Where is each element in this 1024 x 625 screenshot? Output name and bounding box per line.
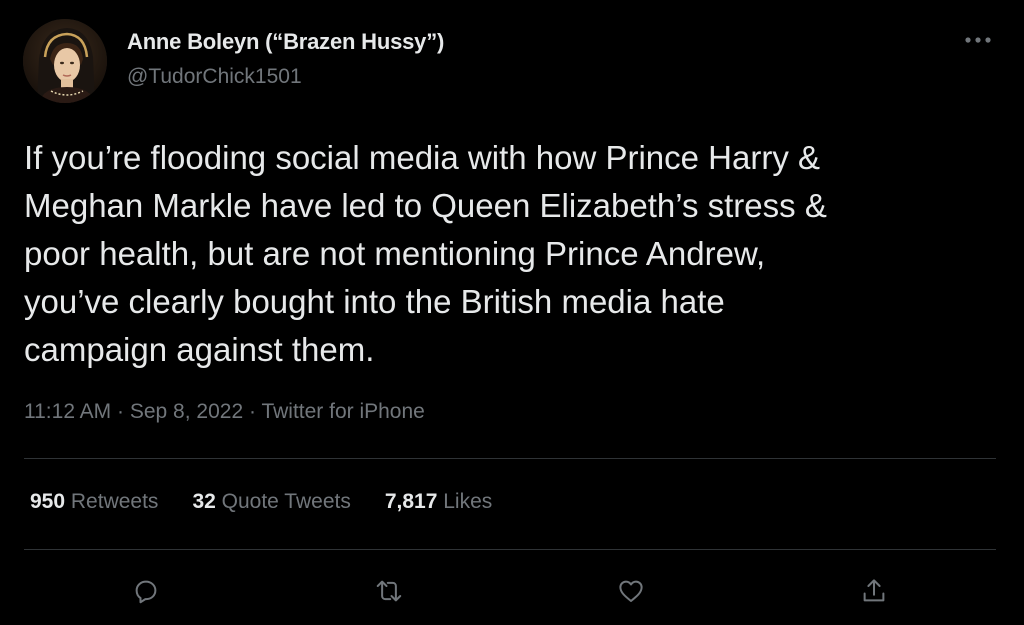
tweet-text-line: If you’re flooding social media with how…: [24, 139, 821, 176]
meta-separator: ·: [117, 400, 125, 423]
heart-icon: [619, 580, 643, 602]
tweet-text: If you’re flooding social media with how…: [24, 134, 999, 374]
portrait-avatar-icon: [23, 19, 107, 103]
divider: [24, 549, 996, 550]
more-button[interactable]: [960, 28, 996, 52]
tweet-text-line: poor health, but are not mentioning Prin…: [24, 235, 766, 272]
share-button[interactable]: [855, 572, 893, 610]
tweet-text-line: you’ve clearly bought into the British m…: [24, 283, 725, 320]
likes-stat[interactable]: 7,817 Likes: [385, 490, 492, 514]
likes-count: 7,817: [384, 490, 438, 513]
meta-separator: ·: [248, 400, 256, 423]
retweets-count: 950: [30, 490, 66, 513]
avatar[interactable]: [23, 19, 107, 103]
retweets-stat[interactable]: 950 Retweets: [30, 490, 158, 514]
reply-button[interactable]: [127, 572, 165, 610]
reply-icon: [135, 580, 157, 604]
quote-tweets-label: Quote Tweets: [221, 490, 351, 513]
tweet-meta: 11:12 AM · Sep 8, 2022 · Twitter for iPh…: [24, 400, 425, 424]
tweet-text-line: campaign against them.: [24, 331, 375, 368]
username-handle[interactable]: @TudorChick1501: [127, 65, 302, 89]
divider: [24, 458, 996, 459]
retweets-label: Retweets: [70, 490, 159, 513]
retweet-button[interactable]: [370, 572, 408, 610]
quote-tweets-count: 32: [192, 490, 216, 513]
share-icon: [863, 579, 885, 602]
more-icon: [965, 37, 991, 43]
tweet-source-link[interactable]: Twitter for iPhone: [261, 400, 424, 423]
likes-label: Likes: [443, 490, 493, 513]
engagement-stats: 950 Retweets 32 Quote Tweets 7,817 Likes: [30, 490, 492, 514]
like-button[interactable]: [612, 572, 650, 610]
retweet-icon: [376, 580, 402, 602]
display-name[interactable]: Anne Boleyn (“Brazen Hussy”): [127, 29, 444, 55]
tweet-text-line: Meghan Markle have led to Queen Elizabet…: [24, 187, 827, 224]
tweet-time-link[interactable]: 11:12 AM: [24, 400, 111, 423]
quote-tweets-stat[interactable]: 32 Quote Tweets: [192, 490, 350, 514]
tweet-date-link[interactable]: Sep 8, 2022: [130, 400, 243, 423]
